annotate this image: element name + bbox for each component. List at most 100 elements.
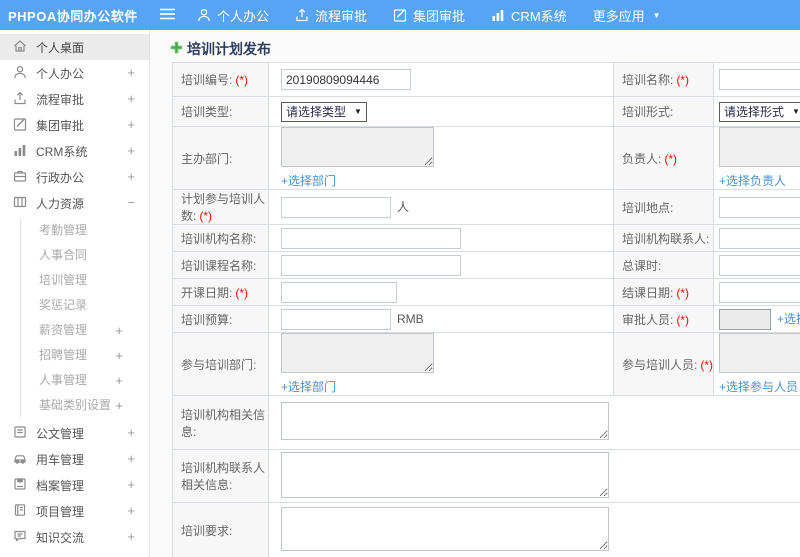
join-people-textarea[interactable] — [719, 333, 800, 373]
sidebar-subitem-personnel[interactable]: 人事管理 + — [21, 368, 149, 393]
sidebar-subitem-rewards[interactable]: 奖惩记录 — [21, 293, 149, 318]
expand-toggle[interactable]: + — [127, 420, 135, 446]
select-arrow-icon: ▼ — [354, 107, 362, 116]
sidebar-item-documents[interactable]: 公文管理 + — [0, 420, 149, 446]
planned-count-input[interactable] — [281, 196, 391, 218]
expand-toggle[interactable]: + — [115, 343, 123, 368]
nav-flow-approval[interactable]: 流程审批 — [282, 0, 380, 30]
training-number-input[interactable] — [281, 69, 411, 90]
expand-toggle[interactable]: + — [127, 498, 135, 524]
sidebar-item-label: 项目管理 — [36, 504, 85, 519]
car-icon — [13, 451, 27, 468]
leader-textarea[interactable] — [719, 127, 800, 167]
nav-group-approval[interactable]: 集团审批 — [380, 0, 478, 30]
sidebar-item-flow-approval[interactable]: 流程审批 + — [0, 86, 149, 112]
select-join-people-link[interactable]: +选择参与人员 — [719, 378, 800, 395]
start-date-input[interactable] — [281, 281, 397, 303]
sidebar-item-label: 个人桌面 — [36, 40, 85, 55]
required-mark: (*) — [199, 209, 213, 223]
nav-label: 集团审批 — [413, 8, 466, 24]
expand-toggle[interactable]: + — [127, 524, 135, 550]
expand-toggle[interactable]: + — [127, 112, 135, 138]
approver-input[interactable] — [719, 308, 771, 330]
sidebar-item-knowledge[interactable]: 知识交流 + — [0, 524, 149, 550]
sidebar-item-label: 公文管理 — [36, 426, 85, 441]
sidebar-item-label: 人事合同 — [39, 248, 88, 262]
required-mark: (*) — [676, 285, 690, 300]
menu-toggle-button[interactable] — [150, 8, 184, 23]
join-department-textarea[interactable] — [281, 333, 434, 373]
org-contact-input[interactable] — [719, 227, 800, 249]
sidebar-subitem-recruit[interactable]: 招聘管理 + — [21, 343, 149, 368]
nav-label: 流程审批 — [315, 8, 368, 24]
training-type-select[interactable]: 请选择类型 ▼ — [281, 101, 367, 122]
sidebar-item-personal-desktop[interactable]: 个人桌面 — [0, 34, 149, 60]
select-arrow-icon: ▼ — [792, 107, 800, 116]
required-mark: (*) — [676, 312, 690, 327]
org-contact-info-textarea[interactable] — [281, 451, 609, 498]
sidebar-item-label: 考勤管理 — [39, 223, 88, 237]
expand-toggle[interactable]: + — [127, 164, 135, 190]
nav-label: CRM系统 — [511, 8, 567, 24]
field-label: 审批人员: — [622, 312, 674, 327]
org-name-input[interactable] — [281, 227, 461, 249]
sidebar-subitem-salary[interactable]: 薪资管理 + — [21, 318, 149, 343]
host-department-textarea[interactable] — [281, 127, 434, 167]
total-hours-input[interactable] — [719, 254, 800, 276]
nav-crm-system[interactable]: CRM系统 — [478, 0, 580, 30]
end-date-input[interactable] — [719, 281, 800, 303]
course-name-input[interactable] — [281, 254, 461, 276]
edit-icon — [13, 117, 27, 134]
nav-label: 更多应用 — [592, 8, 645, 24]
expand-toggle[interactable]: + — [127, 138, 135, 164]
sidebar-item-projects[interactable]: 项目管理 + — [0, 498, 149, 524]
hr-submenu: 考勤管理 人事合同 培训管理 奖惩记录 薪资管理 + 招聘管理 + 人事管理 + 基础… — [20, 218, 149, 418]
expand-toggle[interactable]: + — [115, 368, 123, 393]
nav-personal-office[interactable]: 个人办公 — [184, 0, 282, 30]
row-org-info: 培训机构相关信息: — [172, 395, 800, 450]
training-plan-form: 培训编号:(*) 培训名称:(*) 培训类型: 请选择类型▼ 培训形式: 请选择… — [172, 62, 800, 557]
field-label: 培训预算: — [181, 312, 233, 327]
field-label: 培训机构联系人相关信息: — [181, 461, 266, 492]
select-department-link[interactable]: +选择部门 — [281, 172, 613, 189]
page-title: 培训计划发布 — [170, 39, 271, 59]
expand-toggle[interactable]: − — [127, 190, 135, 216]
budget-input[interactable] — [281, 308, 391, 330]
expand-toggle[interactable]: + — [127, 86, 135, 112]
sidebar-item-label: 集团审批 — [36, 118, 85, 133]
requirement-textarea[interactable] — [281, 506, 609, 551]
sidebar-subitem-training[interactable]: 培训管理 — [21, 268, 149, 293]
sidebar-subitem-hr-contract[interactable]: 人事合同 — [21, 243, 149, 268]
location-input[interactable] — [719, 196, 800, 218]
caret-down-icon: ▼ — [652, 10, 661, 20]
sidebar-item-hr[interactable]: 人力资源 − — [0, 190, 149, 216]
field-label: 培训形式: — [622, 105, 674, 119]
nav-more-apps[interactable]: 更多应用 ▼ — [580, 0, 674, 30]
field-label: 培训课程名称: — [181, 258, 257, 273]
training-mode-select[interactable]: 请选择形式 ▼ — [719, 101, 800, 122]
select-join-department-link[interactable]: +选择部门 — [281, 378, 613, 395]
select-leader-link[interactable]: +选择负责人 — [719, 172, 800, 189]
sidebar-item-personal-office[interactable]: 个人办公 + — [0, 60, 149, 86]
user-icon — [13, 65, 27, 82]
sidebar-subitem-base-category[interactable]: 基础类别设置 + — [21, 393, 149, 418]
sidebar-item-archives[interactable]: 档案管理 + — [0, 472, 149, 498]
expand-toggle[interactable]: + — [115, 318, 123, 343]
required-mark: (*) — [235, 73, 249, 87]
expand-toggle[interactable]: + — [127, 60, 135, 86]
row-course-hours: 培训课程名称: 总课时: — [172, 251, 800, 279]
sidebar-item-group-approval[interactable]: 集团审批 + — [0, 112, 149, 138]
field-label: 培训机构联系人: — [622, 231, 710, 246]
sidebar-item-crm[interactable]: CRM系统 + — [0, 138, 149, 164]
training-name-input[interactable] — [719, 69, 800, 90]
sidebar-item-admin-office[interactable]: 行政办公 + — [0, 164, 149, 190]
select-approver-link[interactable]: +选择审批人员 — [777, 312, 800, 326]
sidebar-subitem-attendance[interactable]: 考勤管理 — [21, 218, 149, 243]
book-columns-icon — [13, 195, 27, 212]
org-info-textarea[interactable] — [281, 402, 609, 440]
expand-toggle[interactable]: + — [127, 446, 135, 472]
required-mark: (*) — [664, 151, 678, 166]
expand-toggle[interactable]: + — [127, 472, 135, 498]
expand-toggle[interactable]: + — [115, 393, 123, 418]
sidebar-item-vehicle[interactable]: 用车管理 + — [0, 446, 149, 472]
